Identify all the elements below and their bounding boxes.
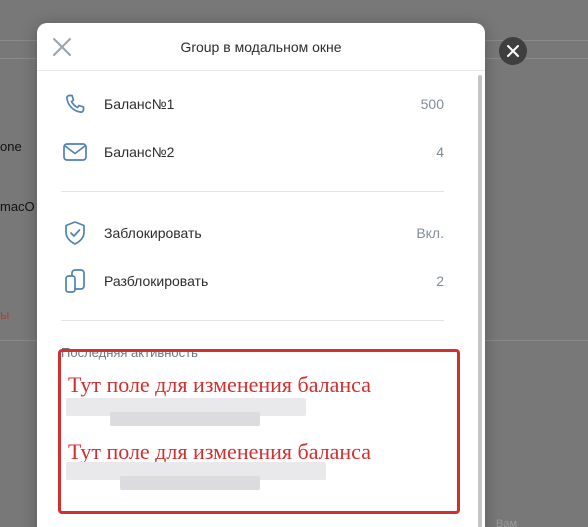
- background-text: ы: [0, 307, 10, 322]
- balance-2-row[interactable]: Баланс№2 4: [37, 128, 477, 176]
- divider: [61, 191, 444, 192]
- modal-header: Group в модальном окне: [37, 23, 485, 71]
- balance-2-label: Баланс№2: [104, 144, 175, 160]
- unblock-row[interactable]: Разблокировать 2: [37, 257, 477, 305]
- divider: [61, 320, 444, 321]
- modal-title: Group в модальном окне: [180, 38, 342, 55]
- devices-icon: [61, 267, 89, 295]
- shield-check-icon: [61, 219, 89, 247]
- balance-1-row[interactable]: Баланс№1 500: [37, 80, 477, 128]
- annotation-text: Тут поле для изменения баланса: [68, 372, 371, 397]
- balance-1-value: 500: [420, 96, 444, 112]
- block-value: Вкл.: [416, 225, 444, 241]
- blurred-content: [120, 476, 260, 490]
- block-label: Заблокировать: [104, 225, 202, 241]
- blurred-content: [110, 412, 260, 426]
- mail-icon: [61, 138, 89, 166]
- outer-close-button[interactable]: [499, 37, 527, 65]
- balance-2-value: 4: [436, 144, 444, 160]
- phone-icon: [61, 90, 89, 118]
- balance-1-label: Баланс№1: [104, 96, 175, 112]
- block-row[interactable]: Заблокировать Вкл.: [37, 209, 477, 257]
- modal-close-button[interactable]: [51, 36, 73, 58]
- unblock-label: Разблокировать: [104, 273, 209, 289]
- background-text: Вам: [496, 518, 518, 527]
- unblock-value: 2: [436, 273, 444, 289]
- close-icon: [507, 45, 519, 57]
- background-text: one: [0, 139, 22, 154]
- background-text: macO: [0, 199, 35, 214]
- modal-scrollbar[interactable]: [478, 75, 482, 527]
